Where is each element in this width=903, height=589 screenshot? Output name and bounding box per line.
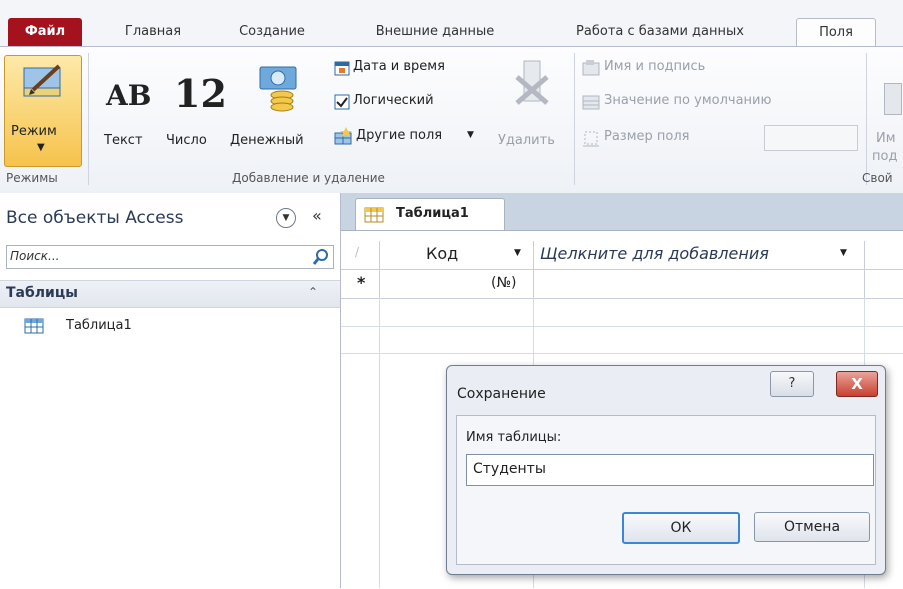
- column-header-label: Щелкните для добавления: [540, 244, 769, 263]
- datasheet-header-row: / Код ▼ Щелкните для добавления ▼: [341, 241, 903, 270]
- help-icon[interactable]: ?: [770, 371, 814, 397]
- ribbon: Режим ▼ Режимы AB Текст 12 Число Денежны…: [0, 46, 903, 194]
- number-field-button[interactable]: 12 Число: [160, 57, 227, 153]
- close-button[interactable]: X: [836, 371, 878, 397]
- dropdown-arrow-icon: ▼: [467, 130, 474, 140]
- grid-line: [379, 298, 380, 588]
- mode-label: Режим: [11, 124, 57, 139]
- ribbon-tab-bar: Файл Главная Создание Внешние данные Раб…: [0, 0, 903, 47]
- tab-home[interactable]: Главная: [108, 18, 198, 46]
- table-name-input[interactable]: Студенты: [466, 454, 874, 486]
- number-type-icon: 12: [174, 71, 227, 116]
- nav-item-table[interactable]: Таблица1: [24, 316, 224, 338]
- datetime-field-label: Дата и время: [353, 59, 445, 74]
- dialog-title: Сохранение: [457, 386, 546, 402]
- cancel-button[interactable]: Отмена: [754, 512, 870, 542]
- chevron-down-icon: ▼: [37, 142, 45, 153]
- table-name-value: Студенты: [473, 461, 546, 477]
- group-separator: [88, 53, 89, 185]
- text-field-button[interactable]: AB Текст: [96, 57, 156, 153]
- field-size-row: Размер поля: [582, 125, 862, 151]
- group-label-add-delete: Добавление и удаление: [232, 171, 385, 185]
- checkbox-icon: [334, 94, 350, 110]
- design-view-icon: [23, 64, 61, 97]
- select-all-corner[interactable]: /: [341, 241, 380, 269]
- field-size-label: Размер поля: [604, 129, 690, 144]
- text-type-icon: AB: [106, 79, 152, 112]
- field-size-input[interactable]: [764, 125, 858, 151]
- tab-database-tools[interactable]: Работа с базами данных: [540, 18, 780, 46]
- name-caption-button[interactable]: Имя и подпись: [582, 57, 782, 79]
- table-name-label: Имя таблицы:: [466, 430, 562, 445]
- group-label-properties: Свой: [862, 171, 893, 185]
- table-row[interactable]: * (№): [341, 270, 903, 299]
- grid-line: [341, 353, 903, 354]
- default-value-icon: [582, 95, 600, 110]
- text-field-label: Текст: [104, 133, 143, 148]
- tab-fields[interactable]: Поля: [796, 18, 876, 47]
- tables-section-header[interactable]: Таблицы ⌃: [0, 280, 340, 308]
- cut-properties-label-2: под: [872, 149, 898, 164]
- mode-button[interactable]: Режим ▼: [4, 55, 82, 167]
- column-header-id[interactable]: Код ▼: [380, 241, 534, 269]
- grid-line: [341, 326, 903, 327]
- delete-field-button[interactable]: Удалить: [498, 57, 568, 153]
- tab-create[interactable]: Создание: [222, 18, 322, 46]
- collapse-pane-icon[interactable]: «: [312, 206, 322, 225]
- autonumber-cell[interactable]: (№): [491, 275, 516, 291]
- row-divider: [864, 270, 865, 298]
- column-filter-arrow-icon[interactable]: ▼: [514, 248, 521, 258]
- group-label-modes: Режимы: [6, 171, 58, 185]
- currency-field-label: Денежный: [230, 133, 304, 148]
- delete-field-label: Удалить: [498, 133, 555, 148]
- tab-external-data[interactable]: Внешние данные: [350, 18, 520, 46]
- nav-item-label: Таблица1: [66, 318, 132, 333]
- default-value-button[interactable]: Значение по умолчанию: [582, 91, 852, 113]
- boolean-field-label: Логический: [353, 93, 434, 108]
- search-input[interactable]: Поиск...: [6, 245, 334, 269]
- delete-column-icon: [515, 60, 549, 105]
- nav-menu-button[interactable]: ▼: [276, 208, 296, 228]
- cut-properties-label-1: Им: [876, 131, 896, 146]
- navigation-pane-header[interactable]: Все объекты Access ▼ «: [0, 202, 340, 236]
- table-icon: [24, 318, 44, 334]
- tab-file[interactable]: Файл: [8, 18, 82, 46]
- collapse-section-icon[interactable]: ⌃: [308, 285, 318, 299]
- search-placeholder: Поиск...: [10, 249, 60, 263]
- other-fields-icon: [334, 127, 352, 145]
- tables-section-label: Таблицы: [6, 285, 78, 301]
- currency-icon: [259, 66, 297, 112]
- row-divider: [379, 270, 380, 298]
- new-row-marker: *: [357, 273, 366, 292]
- document-tab-label: Таблица1: [396, 206, 469, 221]
- other-fields-button[interactable]: Другие поля ▼: [334, 125, 494, 147]
- other-fields-label: Другие поля: [356, 128, 443, 143]
- document-tab[interactable]: Таблица1: [355, 198, 505, 231]
- number-field-label: Число: [166, 133, 207, 148]
- table-icon: [364, 207, 384, 223]
- name-caption-label: Имя и подпись: [604, 59, 706, 74]
- default-value-label: Значение по умолчанию: [604, 93, 772, 108]
- group-separator: [574, 53, 575, 185]
- column-add-arrow-icon[interactable]: ▼: [840, 248, 847, 258]
- search-icon[interactable]: [312, 248, 330, 266]
- column-header-label: Код: [426, 244, 459, 263]
- field-size-icon: [583, 131, 599, 147]
- datetime-field-button[interactable]: Дата и время: [334, 57, 484, 79]
- boolean-field-button[interactable]: Логический: [334, 91, 484, 113]
- currency-field-button[interactable]: Денежный: [226, 57, 326, 153]
- ok-button[interactable]: ОК: [622, 512, 740, 544]
- calendar-icon: [334, 61, 350, 76]
- cut-properties-icon: [884, 83, 902, 115]
- group-separator: [866, 53, 867, 185]
- navigation-pane-title: Все объекты Access: [6, 208, 184, 228]
- name-caption-icon: [582, 60, 600, 76]
- row-divider: [533, 270, 534, 298]
- column-header-add[interactable]: Щелкните для добавления ▼: [534, 241, 865, 269]
